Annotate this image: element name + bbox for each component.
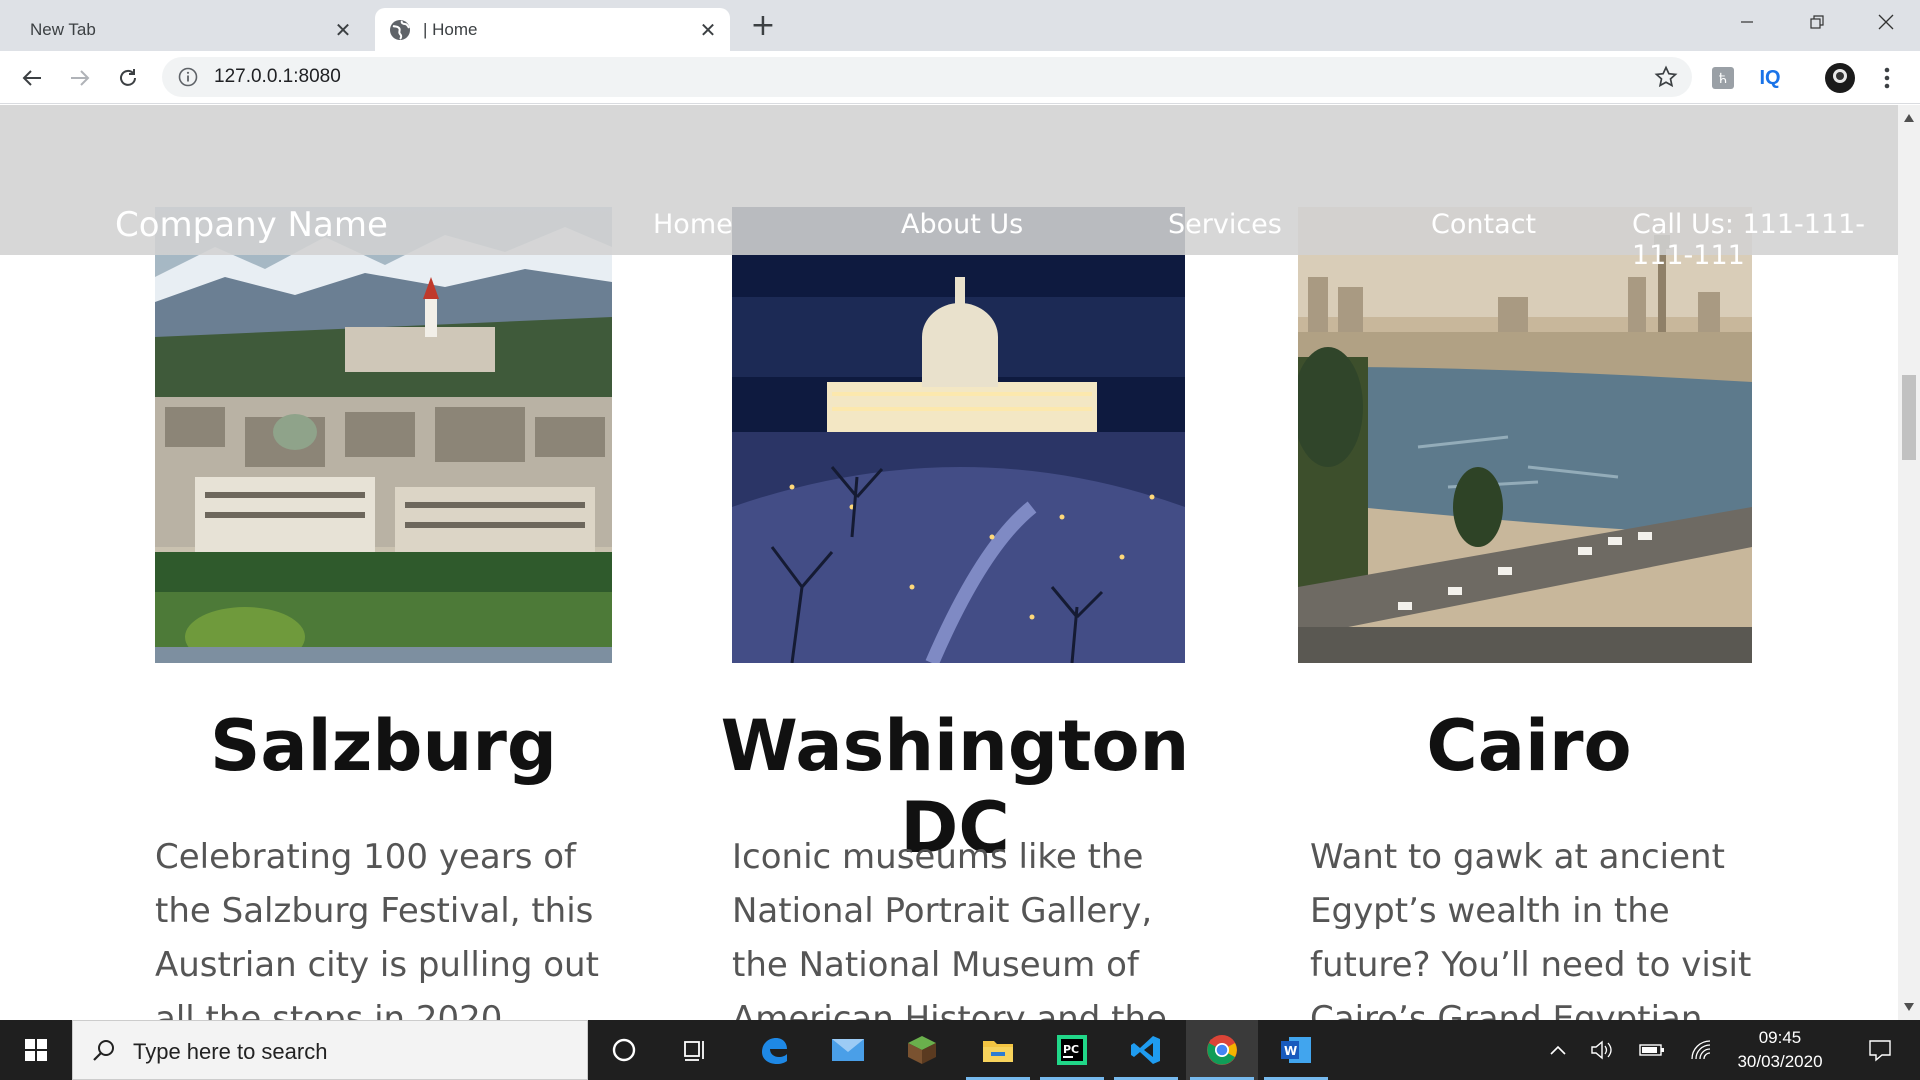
scroll-up-icon[interactable]	[1903, 113, 1915, 123]
start-button[interactable]	[0, 1020, 72, 1080]
tab-title: New Tab	[30, 19, 96, 39]
address-bar[interactable]: 127.0.0.1:8080	[162, 57, 1692, 97]
info-icon[interactable]	[178, 67, 198, 87]
city-title-salzburg: Salzburg	[210, 705, 557, 787]
profile-avatar[interactable]	[1824, 62, 1856, 94]
volume-button[interactable]	[1584, 1020, 1620, 1080]
search-icon	[93, 1040, 114, 1061]
extension-icon[interactable]: ћ	[1710, 65, 1736, 91]
taskbar-search-box[interactable]: Type here to search	[72, 1020, 588, 1080]
tab-home[interactable]: | Home ✕	[375, 8, 730, 51]
taskbar-search-placeholder[interactable]: Type here to search	[133, 1039, 327, 1065]
close-icon	[1878, 14, 1894, 30]
scroll-down-icon[interactable]	[1903, 1002, 1915, 1012]
speaker-icon	[1591, 1040, 1612, 1060]
reload-icon	[120, 69, 136, 86]
minimize-button[interactable]	[1716, 0, 1778, 44]
nav-home-link[interactable]: Home	[653, 209, 733, 240]
arrow-right-icon	[71, 70, 90, 86]
battery-icon	[1639, 1044, 1664, 1056]
pycharm-icon: PC	[1057, 1035, 1087, 1065]
city-description-washington-dc: Iconic museums like the National Portrai…	[732, 837, 1167, 1020]
action-center-button[interactable]	[1852, 1020, 1908, 1080]
avatar-icon	[1825, 63, 1855, 93]
reload-button[interactable]	[111, 61, 145, 95]
cairo-image	[1298, 207, 1752, 663]
task-view-button[interactable]	[660, 1020, 732, 1080]
minecraft-icon	[908, 1036, 936, 1064]
tab-new-tab[interactable]: New Tab ✕	[0, 8, 365, 51]
task-view-icon	[684, 1041, 704, 1061]
extension-puzzle-icon: ћ	[1712, 67, 1734, 89]
restore-icon	[1810, 15, 1824, 29]
browser-toolbar: 127.0.0.1:8080 ћ IQ	[0, 51, 1920, 104]
notification-icon	[1869, 1040, 1891, 1062]
globe-icon	[390, 19, 410, 40]
site-header: Company Name Home About Us Services Cont…	[0, 105, 1898, 271]
salzburg-image	[155, 207, 612, 663]
nav-call-link[interactable]: Call Us: 111-111-111-111	[1632, 209, 1898, 271]
file-explorer-icon	[983, 1041, 1013, 1062]
url-text[interactable]: 127.0.0.1:8080	[214, 66, 341, 88]
nav-contact-link[interactable]: Contact	[1431, 209, 1536, 240]
cortana-icon	[612, 1038, 636, 1062]
nav-about-link[interactable]: About Us	[901, 209, 1023, 240]
more-vertical-icon	[1884, 67, 1890, 89]
city-description-salzburg: Celebrating 100 years of the Salzburg Fe…	[155, 837, 599, 1020]
arrow-left-icon	[22, 70, 41, 86]
brand-logo-link[interactable]: Company Name	[115, 205, 388, 245]
word-icon: W	[1281, 1037, 1311, 1063]
tab-close-icon[interactable]: ✕	[333, 20, 353, 40]
chrome-taskbar-button[interactable]	[1186, 1020, 1258, 1080]
minecraft-taskbar-button[interactable]	[886, 1020, 958, 1080]
taskbar-clock[interactable]: 09:45 30/03/2020	[1715, 1026, 1845, 1074]
vscode-icon	[1131, 1036, 1160, 1064]
browser-tab-strip: New Tab ✕ | Home ✕ +	[0, 0, 1920, 51]
washington-dc-image	[732, 207, 1185, 663]
cortana-button[interactable]	[588, 1020, 660, 1080]
tab-close-icon[interactable]: ✕	[698, 20, 718, 40]
iq-label: IQ	[1759, 66, 1781, 89]
chrome-menu-button[interactable]	[1874, 65, 1900, 91]
new-tab-button[interactable]: +	[748, 11, 778, 42]
page-scrollbar[interactable]	[1898, 105, 1920, 1020]
back-button[interactable]	[15, 61, 49, 95]
chrome-icon	[1207, 1035, 1237, 1065]
edge-icon	[762, 1038, 787, 1064]
close-window-button[interactable]	[1855, 0, 1917, 44]
svg-text:ћ: ћ	[1719, 72, 1727, 87]
battery-button[interactable]	[1634, 1020, 1670, 1080]
nav-services-link[interactable]: Services	[1168, 209, 1282, 240]
bookmark-star-icon[interactable]	[1654, 65, 1678, 89]
clock-date: 30/03/2020	[1737, 1052, 1823, 1071]
pycharm-taskbar-button[interactable]: PC	[1036, 1020, 1108, 1080]
tab-title: | Home	[423, 19, 478, 39]
edge-taskbar-button[interactable]	[738, 1020, 810, 1080]
windows-taskbar: Type here to search PC W 09:45 30/03/202…	[0, 1020, 1920, 1080]
wifi-icon	[1691, 1040, 1711, 1060]
windows-logo-icon	[25, 1039, 47, 1061]
svg-text:PC: PC	[1063, 1043, 1079, 1056]
iq-extension-button[interactable]: IQ	[1757, 65, 1783, 91]
show-hidden-icons-button[interactable]	[1540, 1020, 1576, 1080]
vscode-taskbar-button[interactable]	[1110, 1020, 1182, 1080]
restore-button[interactable]	[1786, 0, 1848, 44]
file-explorer-taskbar-button[interactable]	[962, 1020, 1034, 1080]
svg-text:W: W	[1284, 1044, 1297, 1058]
city-title-cairo: Cairo	[1426, 705, 1632, 787]
scrollbar-thumb[interactable]	[1902, 375, 1916, 460]
forward-button[interactable]	[63, 61, 97, 95]
mail-taskbar-button[interactable]	[812, 1020, 884, 1080]
word-taskbar-button[interactable]: W	[1260, 1020, 1332, 1080]
mail-icon	[832, 1039, 864, 1061]
minimize-icon	[1741, 21, 1753, 23]
page-viewport: Salzburg Celebrating 100 years of the Sa…	[0, 105, 1898, 1020]
chevron-up-icon	[1550, 1045, 1566, 1055]
clock-time: 09:45	[1758, 1028, 1802, 1047]
city-description-cairo: Want to gawk at ancient Egypt’s wealth i…	[1310, 837, 1752, 1020]
